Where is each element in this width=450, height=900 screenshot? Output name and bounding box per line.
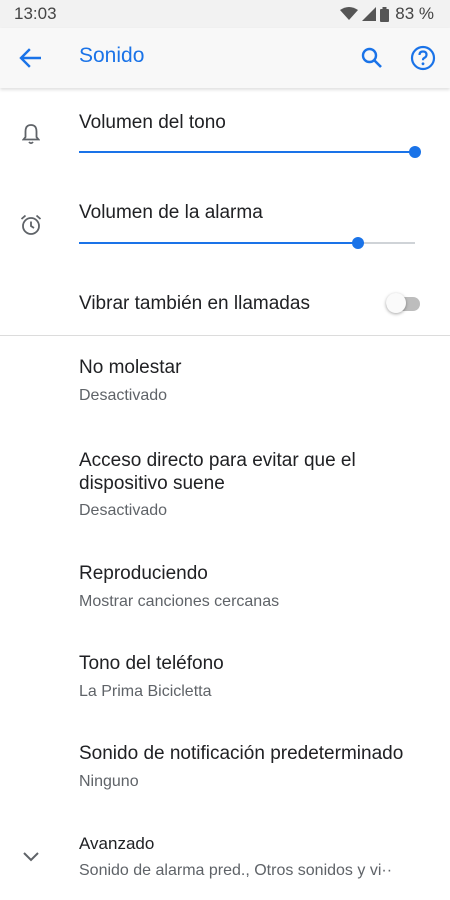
alarm-volume-slider[interactable] [79, 235, 415, 251]
help-icon[interactable] [409, 44, 437, 72]
chevron-down-icon [18, 844, 44, 870]
ring-volume-label: Volumen del tono [79, 112, 226, 133]
list-item-summary: Desactivado [79, 502, 168, 519]
list-item-title: Reproduciendo [79, 563, 208, 584]
battery-percent: 83 % [395, 4, 434, 23]
status-time: 13:03 [14, 4, 57, 23]
list-item-silence-shortcut[interactable]: Acceso directo para evitar que el dispos… [0, 438, 450, 533]
list-item-title: Avanzado [79, 834, 155, 853]
list-item-summary: Desactivado [79, 387, 168, 404]
slider-fill [79, 151, 415, 153]
list-item-title: Tono del teléfono [79, 653, 224, 674]
wifi-icon [340, 7, 359, 20]
list-item-now-playing[interactable]: Reproduciendo Mostrar canciones cercanas [0, 552, 450, 632]
bell-icon [18, 121, 44, 147]
list-item-ringtone[interactable]: Tono del teléfono La Prima Bicicletta [0, 642, 450, 722]
slider-fill [79, 242, 358, 244]
vibrate-toggle[interactable] [386, 293, 420, 315]
list-item-summary: Ninguno [79, 773, 139, 790]
search-icon[interactable] [358, 44, 386, 72]
list-item-advanced[interactable]: Avanzado Sonido de alarma pred., Otros s… [0, 824, 450, 894]
list-item-title: No molestar [79, 357, 182, 378]
status-icons: 83 % [340, 4, 434, 24]
slider-thumb[interactable] [409, 146, 421, 158]
slider-thumb[interactable] [351, 237, 364, 249]
list-item-summary: La Prima Bicicletta [79, 683, 212, 700]
app-bar: Sonido [0, 28, 450, 88]
list-item-summary: Mostrar canciones cercanas [79, 593, 280, 610]
ring-volume-slider[interactable] [79, 144, 421, 160]
section-divider [0, 335, 450, 336]
page-title: Sonido [79, 44, 145, 67]
list-item-title: Sonido de notificación predeterminado [79, 743, 404, 764]
list-item-summary: Sonido de alarma pred., Otros sonidos y … [79, 862, 393, 879]
status-bar: 13:03 83 % [0, 0, 450, 28]
alarm-volume-label: Volumen de la alarma [79, 202, 263, 223]
list-item-title-line1: Acceso directo para evitar que el [79, 450, 356, 471]
list-item-notification-sound[interactable]: Sonido de notificación predeterminado Ni… [0, 732, 450, 812]
toggle-thumb [386, 293, 406, 313]
alarm-clock-icon [18, 212, 44, 238]
battery-icon [380, 6, 390, 22]
vibrate-label: Vibrar también en llamadas [79, 293, 310, 314]
arrow-back-icon[interactable] [16, 44, 44, 72]
list-item-title-line2: dispositivo suene [79, 473, 225, 494]
list-item-do-not-disturb[interactable]: No molestar Desactivado [0, 345, 450, 425]
signal-icon [362, 7, 377, 21]
